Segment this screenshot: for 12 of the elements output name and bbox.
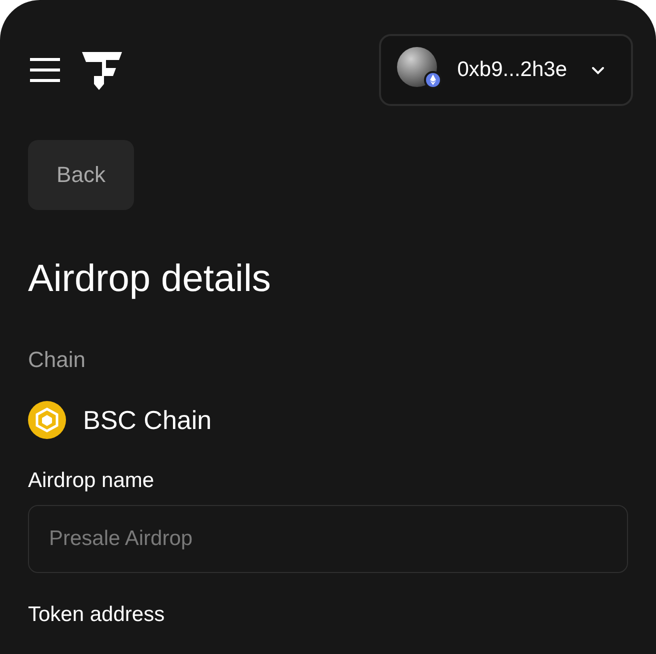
- wallet-button[interactable]: 0xb9...2h3e: [379, 34, 633, 106]
- field-label: Airdrop name: [28, 469, 156, 493]
- back-button[interactable]: Back: [28, 140, 134, 210]
- logo-icon[interactable]: [82, 50, 122, 90]
- bnb-icon: [28, 401, 66, 439]
- field-label: Token address: [28, 603, 166, 627]
- chain-name: BSC Chain: [83, 404, 212, 436]
- chevron-down-icon: [591, 66, 605, 74]
- page-title: Airdrop details: [28, 258, 272, 301]
- menu-icon[interactable]: [30, 57, 60, 83]
- chain-label: Chain: [28, 347, 86, 373]
- input-field[interactable]: Presale Airdrop: [28, 505, 628, 573]
